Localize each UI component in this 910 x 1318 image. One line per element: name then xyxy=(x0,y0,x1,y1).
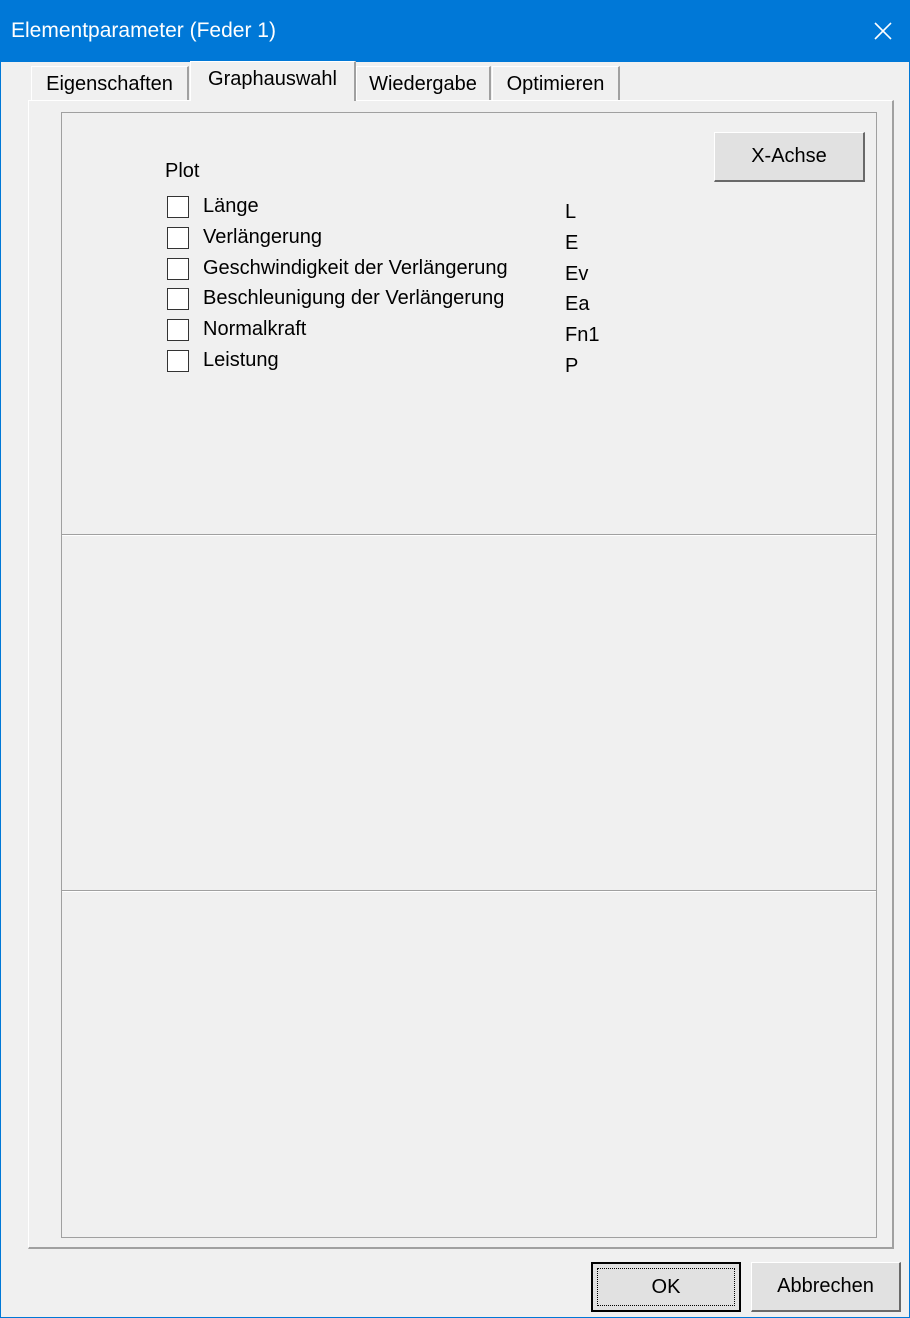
option-symbol: P xyxy=(565,355,579,377)
close-icon xyxy=(874,22,892,40)
checkbox[interactable] xyxy=(167,227,189,249)
checkbox[interactable] xyxy=(167,350,189,372)
graph-frame xyxy=(61,112,877,1238)
checkbox[interactable] xyxy=(167,319,189,341)
option-symbol: Fn1 xyxy=(565,324,600,346)
option-label: Länge xyxy=(203,195,259,217)
focus-rectangle xyxy=(597,1268,735,1306)
close-button[interactable] xyxy=(855,0,909,62)
option-label: Verlängerung xyxy=(203,226,322,248)
tab-wiedergabe[interactable]: Wiedergabe xyxy=(356,66,491,100)
window-title: Elementparameter (Feder 1) xyxy=(11,19,276,42)
pane-divider xyxy=(62,890,876,892)
option-label: Normalkraft xyxy=(203,318,307,340)
pane-divider xyxy=(62,534,876,536)
tab-label: Wiedergabe xyxy=(369,73,477,95)
tab-eigenschaften[interactable]: Eigenschaften xyxy=(31,66,189,100)
option-label: Beschleunigung der Verlängerung xyxy=(203,287,505,309)
option-symbol: Ev xyxy=(565,263,589,285)
tab-optimieren[interactable]: Optimieren xyxy=(492,66,620,100)
ok-button[interactable]: OK xyxy=(591,1262,741,1312)
checkbox[interactable] xyxy=(167,196,189,218)
option-symbol: L xyxy=(565,201,577,223)
checkbox[interactable] xyxy=(167,258,189,280)
active-tab-joiner xyxy=(191,98,354,102)
tab-label: Optimieren xyxy=(506,73,605,95)
plot-group-label: Plot xyxy=(165,160,200,182)
option-label: Geschwindigkeit der Verlängerung xyxy=(203,257,508,279)
option-symbol: Ea xyxy=(565,293,590,315)
checkbox[interactable] xyxy=(167,288,189,310)
x-axis-button[interactable]: X-Achse xyxy=(714,132,865,182)
cancel-button[interactable]: Abbrechen xyxy=(751,1262,901,1312)
dialog-window: Elementparameter (Feder 1) Eigenschaften… xyxy=(0,0,910,1318)
title-bar: Elementparameter (Feder 1) xyxy=(1,0,909,62)
option-symbol: E xyxy=(565,232,579,254)
option-label: Leistung xyxy=(203,349,279,371)
tab-label: Graphauswahl xyxy=(208,68,337,90)
tab-graphauswahl[interactable]: Graphauswahl xyxy=(190,61,356,101)
tab-label: Eigenschaften xyxy=(46,73,173,95)
